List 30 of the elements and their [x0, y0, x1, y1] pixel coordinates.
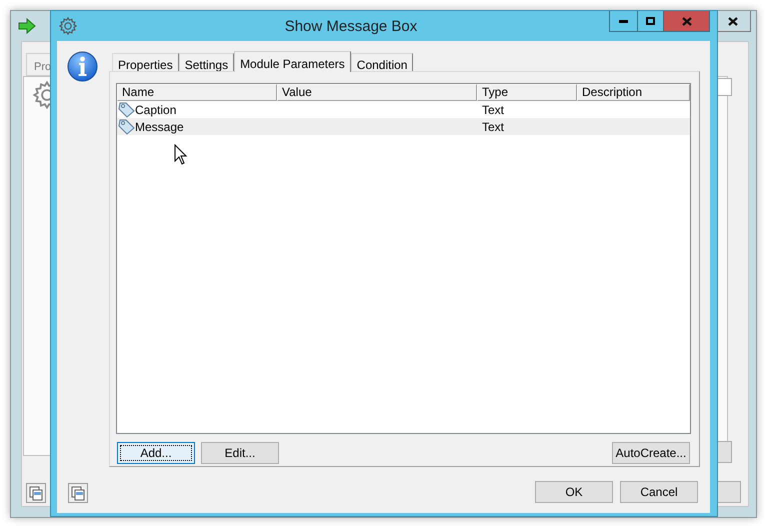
close-icon [728, 16, 738, 26]
column-header[interactable]: Name [117, 84, 277, 101]
mouse-cursor-icon [174, 144, 187, 165]
tab[interactable]: Condition [350, 53, 414, 71]
list-button[interactable]: Add... [117, 442, 195, 464]
table-cell-text: Message [135, 118, 184, 136]
close-icon [682, 16, 692, 26]
window-title: Show Message Box [284, 17, 418, 37]
table-cell-text: Text [482, 102, 504, 118]
tab[interactable]: Settings [178, 53, 234, 71]
list-button[interactable]: Edit... [201, 442, 279, 464]
gear-icon [59, 17, 77, 35]
column-header[interactable]: Value [277, 84, 477, 101]
gear-icon [33, 81, 51, 109]
column-header[interactable]: Description [577, 84, 690, 101]
table-row[interactable]: Message Text [117, 118, 690, 135]
windows-icon[interactable] [68, 483, 88, 503]
column-header[interactable]: Type [477, 84, 577, 101]
minimize-button[interactable] [609, 11, 638, 32]
autocreate-button[interactable]: AutoCreate... [612, 442, 690, 464]
table-cell-text: Caption [135, 102, 176, 118]
tab[interactable]: Module Parameters [234, 51, 351, 72]
table-cell-text: Text [482, 118, 504, 136]
windows-icon[interactable] [26, 483, 46, 503]
info-icon [67, 51, 98, 82]
dialog-button[interactable]: Cancel [620, 481, 698, 503]
arrow-icon [18, 18, 36, 34]
dialog-button[interactable]: OK [535, 481, 613, 503]
button[interactable] [717, 481, 741, 503]
tab[interactable]: Properties [112, 53, 179, 71]
